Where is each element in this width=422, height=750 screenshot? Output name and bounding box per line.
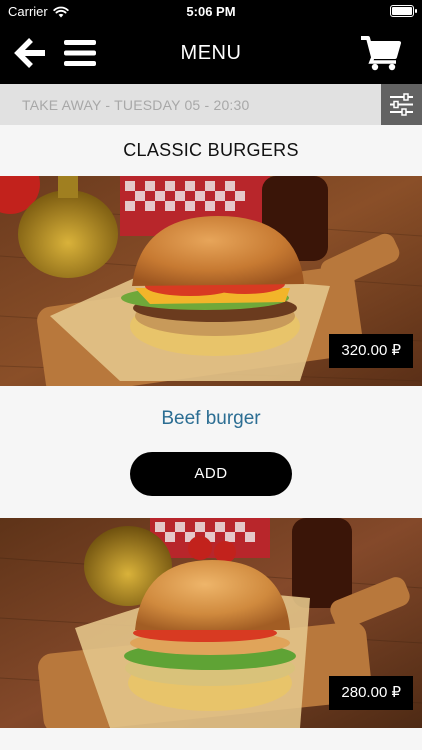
cart-icon[interactable] bbox=[360, 35, 402, 71]
page-title: MENU bbox=[180, 42, 242, 64]
product-photo[interactable]: 320.00 ₽ bbox=[0, 176, 422, 386]
app-screen: Carrier 5:06 PM MENU TAKE AWAY - TUESDAY… bbox=[0, 0, 422, 750]
filter-button[interactable] bbox=[381, 84, 422, 125]
battery-icon bbox=[390, 5, 417, 17]
product-photo[interactable]: 280.00 ₽ bbox=[0, 518, 422, 728]
delivery-info-text[interactable]: TAKE AWAY - TUESDAY 05 - 20:30 bbox=[22, 97, 250, 113]
status-bar: Carrier 5:06 PM bbox=[0, 0, 422, 22]
category-title: CLASSIC BURGERS bbox=[123, 140, 299, 160]
delivery-info-bar: TAKE AWAY - TUESDAY 05 - 20:30 bbox=[0, 84, 422, 125]
product-card[interactable]: 320.00 ₽ Beef burger ADD bbox=[0, 176, 422, 518]
top-bar: Carrier 5:06 PM MENU bbox=[0, 0, 422, 84]
price-tag: 280.00 ₽ bbox=[329, 676, 413, 710]
category-header: CLASSIC BURGERS bbox=[0, 125, 422, 176]
add-button[interactable]: ADD bbox=[130, 452, 292, 496]
status-time: 5:06 PM bbox=[186, 4, 236, 19]
product-card[interactable]: 280.00 ₽ bbox=[0, 518, 422, 750]
price-tag: 320.00 ₽ bbox=[329, 334, 413, 368]
navigation-bar: MENU bbox=[0, 22, 422, 84]
product-name[interactable]: Beef burger bbox=[0, 408, 422, 430]
sliders-icon bbox=[390, 93, 413, 116]
